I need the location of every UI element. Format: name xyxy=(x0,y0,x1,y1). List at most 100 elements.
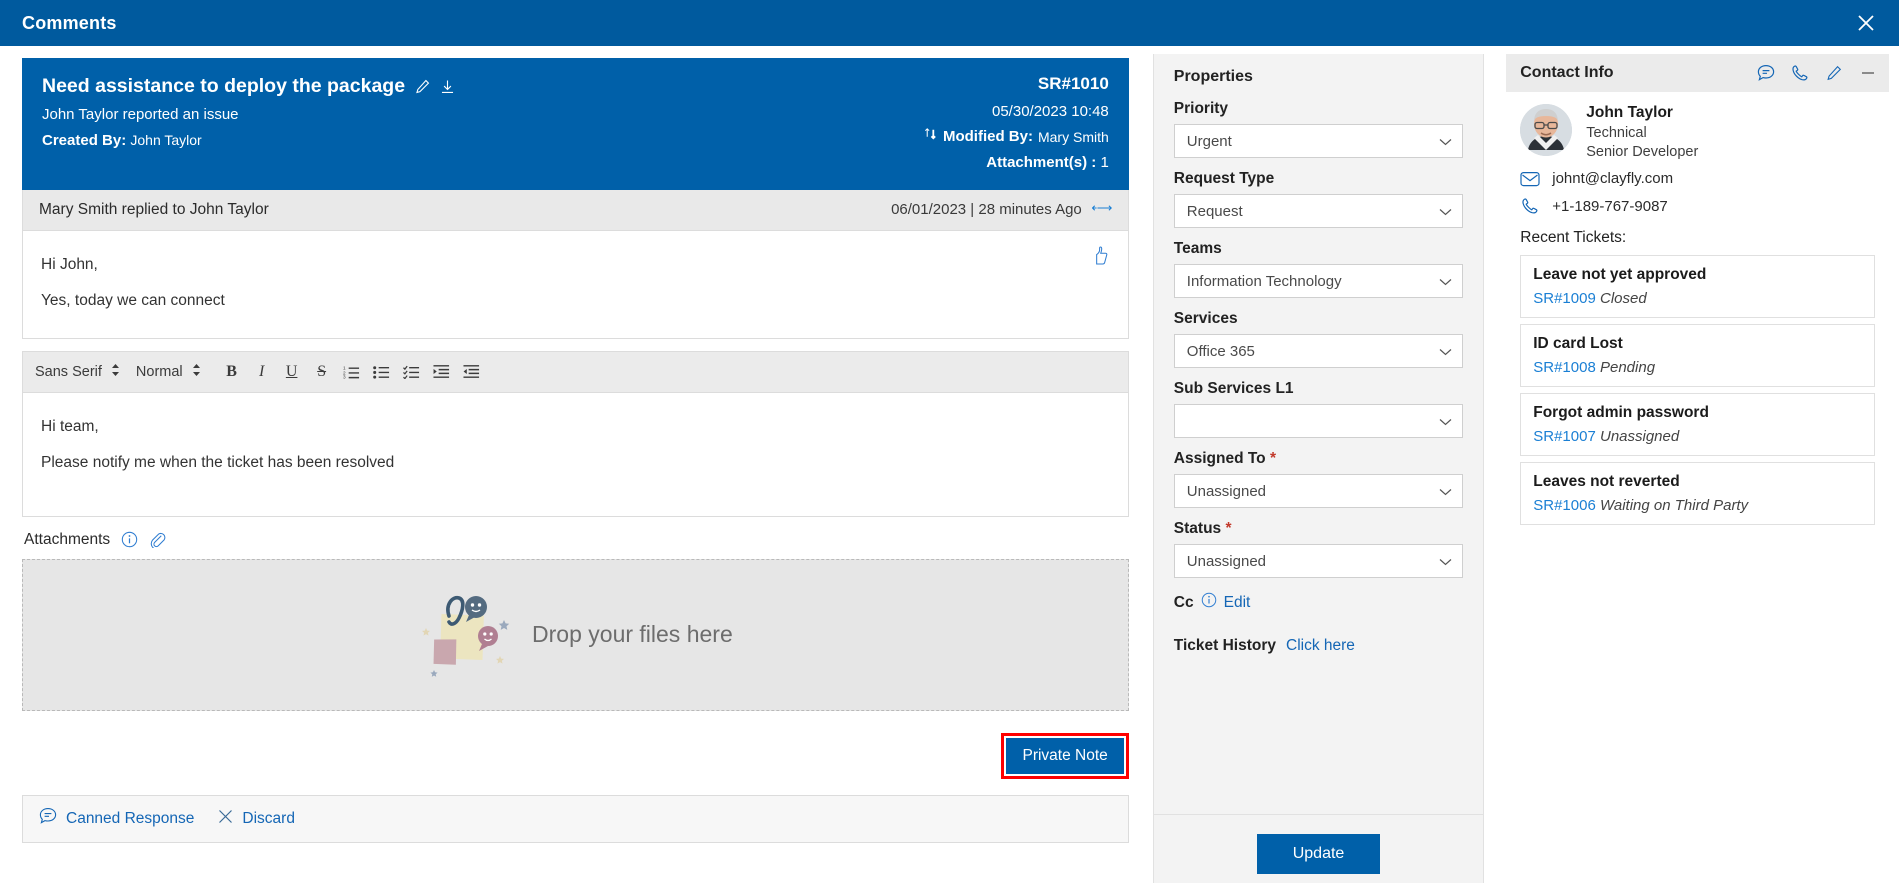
sort-updown-icon xyxy=(923,126,938,148)
bullet-list-icon[interactable] xyxy=(367,358,397,386)
recent-tickets-title: Recent Tickets: xyxy=(1520,229,1627,246)
reply-arrows-icon[interactable] xyxy=(1091,201,1112,218)
comment-actions-bar: Canned Response Discard xyxy=(22,794,1129,843)
ordered-list-icon[interactable]: 123 xyxy=(337,358,367,386)
properties-title: Properties xyxy=(1173,68,1253,85)
ticket-title-icons xyxy=(414,78,456,95)
cc-edit-link[interactable]: Edit xyxy=(1224,594,1251,612)
status-badge: Unassigned xyxy=(1599,428,1680,445)
attachments-value: 1 xyxy=(1100,154,1109,172)
minimize-icon[interactable] xyxy=(1859,64,1877,82)
recent-ticket-title: ID card Lost xyxy=(1533,335,1623,352)
compose-line-2: Please notify me when the ticket has bee… xyxy=(41,453,395,471)
contact-header: Contact Info xyxy=(1506,54,1889,92)
checklist-icon[interactable] xyxy=(397,358,427,386)
chevron-down-icon xyxy=(1439,273,1452,290)
contact-header-icons xyxy=(1757,64,1877,82)
created-by-label: Created By: xyxy=(42,132,127,150)
recent-ticket-meta: SR#1007 Unassigned xyxy=(1533,428,1862,445)
recent-ticket-id[interactable]: SR#1008 xyxy=(1533,359,1596,376)
bold-icon[interactable]: B xyxy=(217,358,247,386)
teams-value: Information Technology xyxy=(1186,272,1342,290)
close-icon[interactable] xyxy=(1849,6,1883,40)
status-badge: Waiting on Third Party xyxy=(1599,497,1749,514)
attachments-label: Attachment(s) : xyxy=(986,154,1097,172)
teams-select[interactable]: Information Technology xyxy=(1173,264,1464,298)
info-icon[interactable] xyxy=(121,531,138,548)
properties-divider xyxy=(1153,814,1484,815)
created-by-value: John Taylor xyxy=(130,132,202,149)
list-item[interactable]: Forgot admin password SR#1007 Unassigned xyxy=(1520,393,1875,456)
ticket-header-right: SR#1010 05/30/2023 10:48 Modified By: Ma… xyxy=(923,72,1109,174)
font-family-value: Sans Serif xyxy=(35,363,102,380)
recent-ticket-id[interactable]: SR#1007 xyxy=(1533,428,1596,445)
reply-date: 06/01/2023 | 28 minutes Ago xyxy=(891,201,1082,219)
recent-ticket-id[interactable]: SR#1006 xyxy=(1533,497,1596,514)
indent-icon[interactable] xyxy=(457,358,487,386)
ticket-attachments-count: Attachment(s) : 1 xyxy=(923,152,1109,174)
download-icon[interactable] xyxy=(439,78,456,95)
properties-panel: Properties Priority Urgent Request Type … xyxy=(1152,54,1485,883)
dropzone-text: Drop your files here xyxy=(532,621,733,648)
recent-ticket-title: Forgot admin password xyxy=(1533,404,1709,421)
outdent-icon[interactable] xyxy=(427,358,457,386)
pencil-icon[interactable] xyxy=(1825,64,1843,82)
chat-icon[interactable] xyxy=(1757,64,1775,82)
reply-header: Mary Smith replied to John Taylor 06/01/… xyxy=(22,189,1129,231)
attachments-row: Attachments xyxy=(22,517,1129,559)
italic-icon[interactable]: I xyxy=(247,358,277,386)
contact-phone-row[interactable]: +1-189-767-9087 xyxy=(1520,197,1875,215)
chevron-down-icon xyxy=(1439,133,1452,150)
list-item[interactable]: ID card Lost SR#1008 Pending xyxy=(1520,324,1875,387)
phone-icon[interactable] xyxy=(1791,64,1809,82)
recent-ticket-id[interactable]: SR#1009 xyxy=(1533,290,1596,307)
list-item[interactable]: Leave not yet approved SR#1009 Closed xyxy=(1520,255,1875,318)
status-badge: Pending xyxy=(1599,359,1656,376)
file-dropzone[interactable]: Drop your files here xyxy=(22,558,1129,711)
underline-icon[interactable]: U xyxy=(277,358,307,386)
label-assigned-to: Assigned To * xyxy=(1173,450,1276,467)
label-sub-services-l1: Sub Services L1 xyxy=(1173,380,1294,397)
recent-ticket-meta: SR#1008 Pending xyxy=(1533,359,1862,376)
sub-services-l1-select[interactable] xyxy=(1173,404,1464,438)
contact-panel: Contact Info John Taylor Technical Senio… xyxy=(1506,54,1889,883)
cc-row: Cc Edit xyxy=(1174,592,1463,613)
request-type-select[interactable]: Request xyxy=(1173,194,1464,228)
priority-select[interactable]: Urgent xyxy=(1173,124,1464,158)
private-note-button[interactable]: Private Note xyxy=(1006,737,1124,774)
required-marker: * xyxy=(1269,450,1276,467)
compose-textarea[interactable]: Hi team, Please notify me when the ticke… xyxy=(22,392,1129,517)
contact-email-row[interactable]: johnt@clayfly.com xyxy=(1520,170,1875,187)
strikethrough-icon[interactable]: S xyxy=(307,358,337,386)
ticket-history-link[interactable]: Click here xyxy=(1286,637,1355,655)
ticket-id: SR#1010 xyxy=(1037,74,1109,93)
font-size-select[interactable]: Normal xyxy=(136,363,201,381)
canned-response-icon xyxy=(39,807,57,830)
status-select[interactable]: Unassigned xyxy=(1173,544,1464,578)
thumbs-up-icon[interactable] xyxy=(1091,243,1108,279)
phone-icon xyxy=(1520,197,1540,215)
list-item[interactable]: Leaves not reverted SR#1006 Waiting on T… xyxy=(1520,462,1875,525)
contact-email: johnt@clayfly.com xyxy=(1552,170,1674,187)
info-icon[interactable] xyxy=(1201,592,1217,613)
services-select[interactable]: Office 365 xyxy=(1173,334,1464,368)
ticket-history-row: Ticket History Click here xyxy=(1174,637,1463,655)
assigned-to-select[interactable]: Unassigned xyxy=(1173,474,1464,508)
assigned-to-value: Unassigned xyxy=(1186,482,1266,500)
comments-dialog: Comments Need assistance to deploy the p… xyxy=(0,0,1899,893)
chevron-down-icon xyxy=(1439,553,1452,570)
reply-line-2: Yes, today we can connect xyxy=(41,292,225,310)
contact-text: John Taylor Technical Senior Developer xyxy=(1586,104,1698,160)
canned-response-button[interactable]: Canned Response xyxy=(39,807,194,830)
reply-date-row: 06/01/2023 | 28 minutes Ago xyxy=(891,201,1112,218)
update-button[interactable]: Update xyxy=(1256,834,1381,874)
mail-icon xyxy=(1520,171,1540,187)
pencil-icon[interactable] xyxy=(414,78,431,95)
discard-button[interactable]: Discard xyxy=(218,809,295,829)
modified-by-value: Mary Smith xyxy=(1037,129,1109,146)
paperclip-icon[interactable] xyxy=(149,531,166,549)
priority-value: Urgent xyxy=(1186,132,1232,150)
contact-name: John Taylor xyxy=(1586,104,1673,121)
font-family-select[interactable]: Sans Serif xyxy=(35,363,120,381)
font-size-value: Normal xyxy=(135,363,183,380)
